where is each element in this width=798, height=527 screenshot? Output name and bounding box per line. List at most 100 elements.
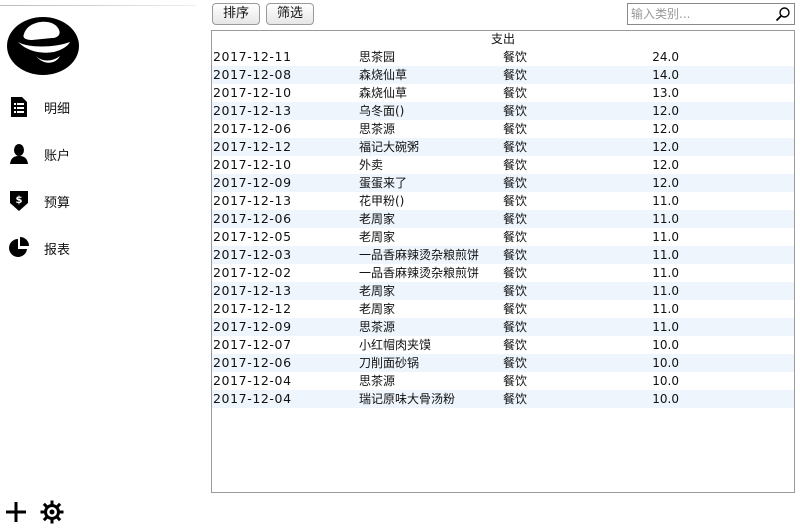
date-cell: 2017-12-08 <box>213 67 292 82</box>
name-cell: 刀削面砂锅 <box>359 356 420 370</box>
table-row[interactable]: 2017-12-06 刀削面砂锅 餐饮 10.0 <box>212 354 794 372</box>
table-row[interactable]: 2017-12-12 老周家 餐饮 11.0 <box>212 300 794 318</box>
search-box <box>627 3 795 25</box>
category-cell: 餐饮 <box>503 158 528 172</box>
sort-button[interactable]: 排序 <box>212 3 261 25</box>
amount-cell: 11.0 <box>652 194 679 208</box>
name-cell: 老周家 <box>359 212 396 226</box>
date-cell: 2017-12-06 <box>213 121 292 136</box>
sidebar-item-details[interactable]: 明细 <box>8 94 188 120</box>
gear-icon[interactable] <box>40 500 64 524</box>
name-cell: 森烧仙草 <box>359 86 408 100</box>
date-cell: 2017-12-13 <box>213 193 292 208</box>
amount-cell: 12.0 <box>652 122 679 136</box>
pie-chart-icon <box>8 237 30 259</box>
category-cell: 餐饮 <box>503 50 528 64</box>
table-row[interactable]: 2017-12-10 外卖 餐饮 12.0 <box>212 156 794 174</box>
name-cell: 一品香麻辣烫杂粮煎饼 <box>359 248 480 262</box>
date-cell: 2017-12-09 <box>213 319 292 334</box>
table-row[interactable]: 2017-12-12 福记大碗粥 餐饮 12.0 <box>212 138 794 156</box>
category-cell: 餐饮 <box>503 266 528 280</box>
amount-cell: 13.0 <box>652 86 679 100</box>
table-row[interactable]: 2017-12-04 思茶源 餐饮 10.0 <box>212 372 794 390</box>
name-cell: 老周家 <box>359 302 396 316</box>
name-cell: 思茶源 <box>359 320 396 334</box>
date-cell: 2017-12-06 <box>213 211 292 226</box>
search-icon[interactable] <box>775 6 791 22</box>
name-cell: 森烧仙草 <box>359 68 408 82</box>
category-cell: 餐饮 <box>503 194 528 208</box>
user-icon <box>8 143 30 165</box>
category-cell: 餐饮 <box>503 356 528 370</box>
amount-cell: 11.0 <box>652 320 679 334</box>
amount-cell: 14.0 <box>652 68 679 82</box>
amount-cell: 11.0 <box>652 248 679 262</box>
sidebar-item-label: 预算 <box>44 195 71 211</box>
date-cell: 2017-12-05 <box>213 229 292 244</box>
category-cell: 餐饮 <box>503 248 528 262</box>
date-cell: 2017-12-13 <box>213 103 292 118</box>
sidebar-divider <box>0 5 196 6</box>
filter-button[interactable]: 筛选 <box>266 3 315 25</box>
table-row[interactable]: 2017-12-06 思茶源 餐饮 12.0 <box>212 120 794 138</box>
date-cell: 2017-12-12 <box>213 139 292 154</box>
amount-cell: 10.0 <box>652 338 679 352</box>
amount-cell: 10.0 <box>652 356 679 370</box>
name-cell: 一品香麻辣烫杂粮煎饼 <box>359 266 480 280</box>
sidebar-item-report[interactable]: 报表 <box>8 235 188 261</box>
category-cell: 餐饮 <box>503 176 528 190</box>
amount-cell: 12.0 <box>652 176 679 190</box>
date-cell: 2017-12-02 <box>213 265 292 280</box>
date-cell: 2017-12-10 <box>213 157 292 172</box>
search-input[interactable] <box>631 5 773 23</box>
date-cell: 2017-12-12 <box>213 301 292 316</box>
date-cell: 2017-12-04 <box>213 391 292 406</box>
plus-icon[interactable] <box>4 500 28 524</box>
table-row[interactable]: 2017-12-04 瑞记原味大骨汤粉 餐饮 10.0 <box>212 390 794 408</box>
expense-table[interactable]: 支出 2017-12-11 思茶园 餐饮 24.0 2017-12-08 森烧仙草 餐饮 14… <box>211 30 795 493</box>
table-row[interactable]: 2017-12-11 思茶园 餐饮 24.0 <box>212 48 794 66</box>
sidebar-item-budget[interactable]: $ 预算 <box>8 188 188 214</box>
name-cell: 思茶园 <box>359 50 396 64</box>
amount-cell: 12.0 <box>652 158 679 172</box>
name-cell: 思茶源 <box>359 374 396 388</box>
table-row[interactable]: 2017-12-03 一品香麻辣烫杂粮煎饼 餐饮 11.0 <box>212 246 794 264</box>
table-row[interactable]: 2017-12-08 森烧仙草 餐饮 14.0 <box>212 66 794 84</box>
table-header: 支出 <box>490 32 515 46</box>
date-cell: 2017-12-06 <box>213 355 292 370</box>
name-cell: 小红帽肉夹馍 <box>359 338 432 352</box>
name-cell: 老周家 <box>359 284 396 298</box>
category-cell: 餐饮 <box>503 122 528 136</box>
name-cell: 蛋蛋来了 <box>359 176 408 190</box>
table-row[interactable]: 2017-12-06 老周家 餐饮 11.0 <box>212 210 794 228</box>
date-cell: 2017-12-07 <box>213 337 292 352</box>
category-cell: 餐饮 <box>503 86 528 100</box>
table-body: 2017-12-11 思茶园 餐饮 24.0 2017-12-08 森烧仙草 餐饮 14.0 2… <box>212 48 794 408</box>
table-row[interactable]: 2017-12-13 花甲粉() 餐饮 11.0 <box>212 192 794 210</box>
app-window: 明细 账户 $ 预算 报表 排序 筛选 输入类别... 支出 2017-12-1… <box>0 0 798 527</box>
redhat-logo-icon <box>6 12 80 76</box>
amount-cell: 11.0 <box>652 284 679 298</box>
table-row[interactable]: 2017-12-10 森烧仙草 餐饮 13.0 <box>212 84 794 102</box>
name-cell: 乌冬面() <box>359 104 405 118</box>
amount-cell: 11.0 <box>652 230 679 244</box>
table-row[interactable]: 2017-12-02 一品香麻辣烫杂粮煎饼 餐饮 11.0 <box>212 264 794 282</box>
sidebar-item-account[interactable]: 账户 <box>8 141 188 167</box>
date-cell: 2017-12-10 <box>213 85 292 100</box>
name-cell: 老周家 <box>359 230 396 244</box>
name-cell: 思茶源 <box>359 122 396 136</box>
table-row[interactable]: 2017-12-09 蛋蛋来了 餐饮 12.0 <box>212 174 794 192</box>
amount-cell: 11.0 <box>652 212 679 226</box>
document-list-icon <box>8 96 30 118</box>
table-row[interactable]: 2017-12-07 小红帽肉夹馍 餐饮 10.0 <box>212 336 794 354</box>
table-row[interactable]: 2017-12-09 思茶源 餐饮 11.0 <box>212 318 794 336</box>
table-row[interactable]: 2017-12-05 老周家 餐饮 11.0 <box>212 228 794 246</box>
category-cell: 餐饮 <box>503 104 528 118</box>
category-cell: 餐饮 <box>503 140 528 154</box>
sidebar-item-label: 明细 <box>44 101 71 117</box>
amount-cell: 11.0 <box>652 266 679 280</box>
svg-text:$: $ <box>16 195 23 206</box>
budget-shield-icon: $ <box>8 190 30 212</box>
table-row[interactable]: 2017-12-13 乌冬面() 餐饮 12.0 <box>212 102 794 120</box>
table-row[interactable]: 2017-12-13 老周家 餐饮 11.0 <box>212 282 794 300</box>
